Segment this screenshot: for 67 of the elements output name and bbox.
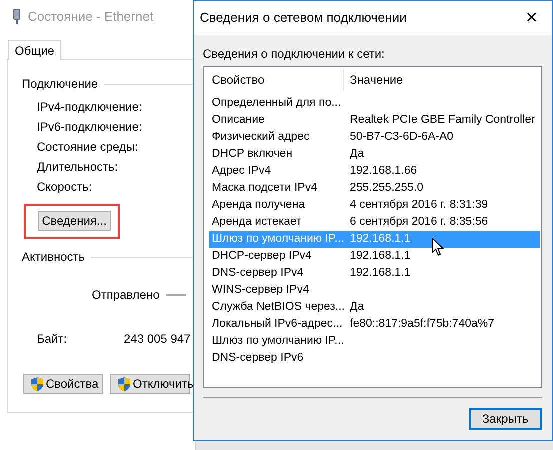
- property-cell-text: Физический адрес: [211, 130, 311, 145]
- list-row[interactable]: Определенный для по...: [209, 95, 540, 112]
- shield-icon: [118, 376, 131, 392]
- shield-button[interactable]: Свойства: [23, 374, 103, 394]
- property-cell-text: DHCP-сервер IPv4: [211, 248, 313, 264]
- value-cell-text: 50-B7-C3-6D-6A-A0: [349, 130, 454, 145]
- value-cell-text: 192.168.1.1: [349, 266, 411, 281]
- value-cell-text: Да: [349, 146, 364, 162]
- list-row[interactable]: Физический адрес 50-B7-C3-6D-6A-A0: [209, 129, 540, 146]
- list-label: Сведения о подключении к сети:: [203, 46, 386, 63]
- list-row[interactable]: Аренда получена 4 сентября 2016 г. 8:31:39: [209, 197, 540, 214]
- value-cell-text: 192.168.1.66: [349, 164, 418, 179]
- list-row[interactable]: Аренда истекает 6 сентября 2016 г. 8:35:56: [209, 214, 540, 231]
- list-row[interactable]: Адрес IPv4 192.168.1.66: [209, 163, 540, 180]
- list-row[interactable]: Маска подсети IPv4 255.255.255.0: [209, 180, 540, 197]
- column-header[interactable]: Свойство: [209, 69, 344, 91]
- sent-label: Отправлено: [92, 287, 160, 304]
- value-cell-text: 192.168.1.1: [349, 248, 411, 264]
- field-label: IPv4-подключение:: [37, 99, 144, 116]
- property-cell-text: Локальный IPv6-адрес...: [211, 316, 344, 332]
- network-plug-icon: [12, 9, 22, 25]
- value-cell-text: Да: [349, 300, 364, 315]
- section-heading: Подключение: [22, 76, 98, 93]
- close-button[interactable]: ×: [520, 6, 544, 30]
- bytes-label: Байт:: [37, 331, 68, 348]
- list-row[interactable]: DNS-сервер IPv4 192.168.1.1: [209, 265, 540, 282]
- value-cell-text: 6 сентября 2016 г. 8:35:56: [349, 214, 488, 230]
- property-cell-text: Аренда получена: [211, 198, 306, 213]
- property-cell-text: Служба NetBIOS через...: [211, 300, 344, 315]
- list-row[interactable]: DHCP включен Да: [209, 146, 540, 163]
- tab[interactable]: Общие: [8, 40, 62, 60]
- value-cell-text: 192.168.1.1: [349, 232, 411, 247]
- section-heading: Активность: [22, 249, 86, 266]
- property-cell-text: Аренда истекает: [211, 214, 303, 230]
- details-button[interactable]: Сведения...: [38, 211, 111, 231]
- field-label: IPv6-подключение:: [37, 119, 144, 136]
- field-label: Состояние среды:: [37, 139, 140, 156]
- shield-icon: [31, 376, 44, 392]
- property-cell-text: Адрес IPv4: [211, 164, 272, 179]
- property-cell-text: DHCP включен: [211, 146, 294, 162]
- property-cell-text: DNS-сервер IPv4: [211, 266, 305, 281]
- property-cell-text: Шлюз по умолчанию IP...: [211, 334, 344, 349]
- list-row[interactable]: Локальный IPv6-адрес... fe80::817:9a5f:f75b:740a%7: [209, 316, 540, 333]
- value-cell-text: 4 сентября 2016 г. 8:31:39: [349, 198, 488, 213]
- property-cell-text: Описание: [211, 112, 266, 128]
- window-title: Состояние - Ethernet: [28, 8, 154, 26]
- window-title: Сведения о сетевом подключении: [200, 9, 407, 28]
- bytes-value: 243 005 947: [124, 331, 191, 348]
- property-cell-text: Маска подсети IPv4: [211, 180, 318, 196]
- value-cell-text: Realtek PCIe GBE Family Controller: [349, 112, 536, 128]
- field-label: Скорость:: [37, 179, 94, 196]
- property-cell-text: Шлюз по умолчанию IP...: [211, 232, 344, 247]
- list-row[interactable]: Служба NetBIOS через... Да: [209, 299, 540, 316]
- close-dialog-button[interactable]: Закрыть: [469, 408, 542, 430]
- property-cell-text: WINS-сервер IPv4: [211, 282, 310, 298]
- mouse-pointer-icon: [432, 238, 444, 257]
- column-header[interactable]: Значение: [344, 71, 404, 89]
- field-label: Длительность:: [37, 159, 120, 176]
- list-row[interactable]: WINS-сервер IPv4: [209, 282, 540, 299]
- property-cell-text: DNS-сервер IPv6: [211, 350, 305, 366]
- list-row[interactable]: DHCP-сервер IPv4 192.168.1.1: [209, 248, 540, 265]
- list-row[interactable]: Описание Realtek PCIe GBE Family Controller: [209, 112, 540, 129]
- list-row[interactable]: Шлюз по умолчанию IP...: [209, 333, 540, 350]
- value-cell-text: 255.255.255.0: [349, 180, 424, 196]
- list-row[interactable]: DNS-сервер IPv6: [209, 350, 540, 367]
- property-cell-text: Определенный для по...: [211, 96, 342, 111]
- value-cell-text: fe80::817:9a5f:f75b:740a%7: [349, 316, 495, 332]
